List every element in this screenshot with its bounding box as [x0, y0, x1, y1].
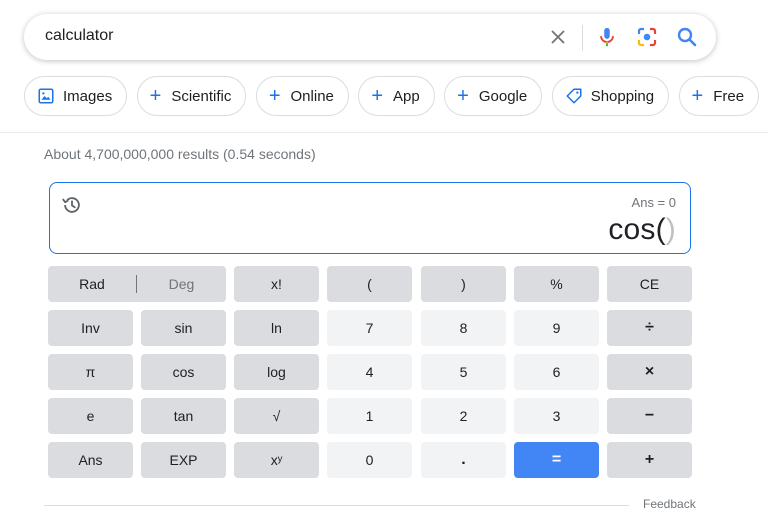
chip-google[interactable]: + Google	[444, 76, 543, 116]
digit-4-key[interactable]: 4	[327, 354, 412, 390]
close-icon[interactable]	[547, 26, 569, 48]
plus-icon: +	[371, 85, 384, 107]
deg-button[interactable]: Deg	[137, 276, 226, 292]
right-paren-key[interactable]: )	[421, 266, 506, 302]
digit-9-key[interactable]: 9	[514, 310, 599, 346]
search-bar[interactable]: calculator	[24, 14, 716, 60]
cos-key[interactable]: cos	[141, 354, 226, 390]
e-key[interactable]: e	[48, 398, 133, 434]
chip-label: Google	[478, 87, 528, 105]
inv-key[interactable]: Inv	[48, 310, 133, 346]
history-icon[interactable]	[61, 194, 83, 216]
tan-key[interactable]: tan	[141, 398, 226, 434]
plus-icon: +	[691, 85, 704, 107]
chip-images[interactable]: Images	[24, 76, 128, 116]
microphone-icon[interactable]	[596, 25, 618, 49]
chip-label: Scientific	[171, 87, 232, 105]
search-icon[interactable]	[675, 25, 699, 49]
sqrt-key[interactable]: √	[234, 398, 319, 434]
plus-icon: +	[457, 85, 469, 107]
search-input[interactable]: calculator	[45, 27, 113, 45]
digit-1-key[interactable]: 1	[327, 398, 412, 434]
factorial-key[interactable]: x!	[234, 266, 319, 302]
expression-text: cos(	[608, 213, 666, 246]
calculator-display: Ans = 0 cos()	[49, 182, 691, 254]
angle-mode-toggle[interactable]: Rad Deg	[48, 266, 226, 302]
digit-8-key[interactable]: 8	[421, 310, 506, 346]
tag-icon	[566, 88, 582, 104]
pi-key[interactable]: π	[48, 354, 133, 390]
ans-key[interactable]: Ans	[48, 442, 133, 478]
chip-free[interactable]: + Free	[678, 76, 760, 116]
digit-7-key[interactable]: 7	[327, 310, 412, 346]
digit-2-key[interactable]: 2	[421, 398, 506, 434]
page: calculator Images + Scientific + Online …	[0, 0, 768, 521]
divide-key[interactable]: ÷	[607, 310, 692, 346]
filter-chips: Images + Scientific + Online + App + Goo…	[24, 76, 768, 116]
ln-key[interactable]: ln	[234, 310, 319, 346]
equals-key[interactable]: =	[514, 442, 599, 478]
plus-key[interactable]: +	[607, 442, 692, 478]
power-key[interactable]: xʸ	[234, 442, 319, 478]
log-key[interactable]: log	[234, 354, 319, 390]
expression-display: cos()	[608, 213, 676, 247]
chip-label: Images	[63, 87, 113, 105]
plus-icon: +	[268, 85, 281, 107]
multiply-key[interactable]: ×	[607, 354, 692, 390]
divider	[0, 132, 768, 133]
decimal-point-key[interactable]: .	[421, 442, 506, 478]
left-paren-key[interactable]: (	[327, 266, 412, 302]
ans-readout: Ans = 0	[631, 195, 676, 210]
result-stats: About 4,700,000,000 results (0.54 second…	[44, 146, 316, 162]
search-divider	[582, 25, 583, 51]
rad-button[interactable]: Rad	[48, 276, 136, 292]
footer-divider	[44, 505, 629, 506]
digit-6-key[interactable]: 6	[514, 354, 599, 390]
sin-key[interactable]: sin	[141, 310, 226, 346]
chip-shopping[interactable]: Shopping	[551, 76, 670, 116]
camera-lens-icon[interactable]	[635, 25, 659, 49]
chip-label: Online	[290, 87, 334, 105]
feedback-link[interactable]: Feedback	[643, 497, 696, 511]
image-icon	[38, 88, 54, 104]
plus-icon: +	[149, 85, 162, 107]
digit-3-key[interactable]: 3	[514, 398, 599, 434]
chip-label: Free	[713, 87, 745, 105]
chip-label: App	[393, 87, 420, 105]
digit-0-key[interactable]: 0	[327, 442, 412, 478]
minus-key[interactable]: −	[607, 398, 692, 434]
percent-key[interactable]: %	[514, 266, 599, 302]
clear-entry-key[interactable]: CE	[607, 266, 692, 302]
chip-scientific[interactable]: + Scientific	[136, 76, 247, 116]
chip-label: Shopping	[590, 87, 655, 105]
chip-online[interactable]: + Online	[255, 76, 349, 116]
expression-ghost-paren: )	[665, 213, 676, 246]
digit-5-key[interactable]: 5	[421, 354, 506, 390]
chip-app[interactable]: + App	[358, 76, 435, 116]
exp-key[interactable]: EXP	[141, 442, 226, 478]
